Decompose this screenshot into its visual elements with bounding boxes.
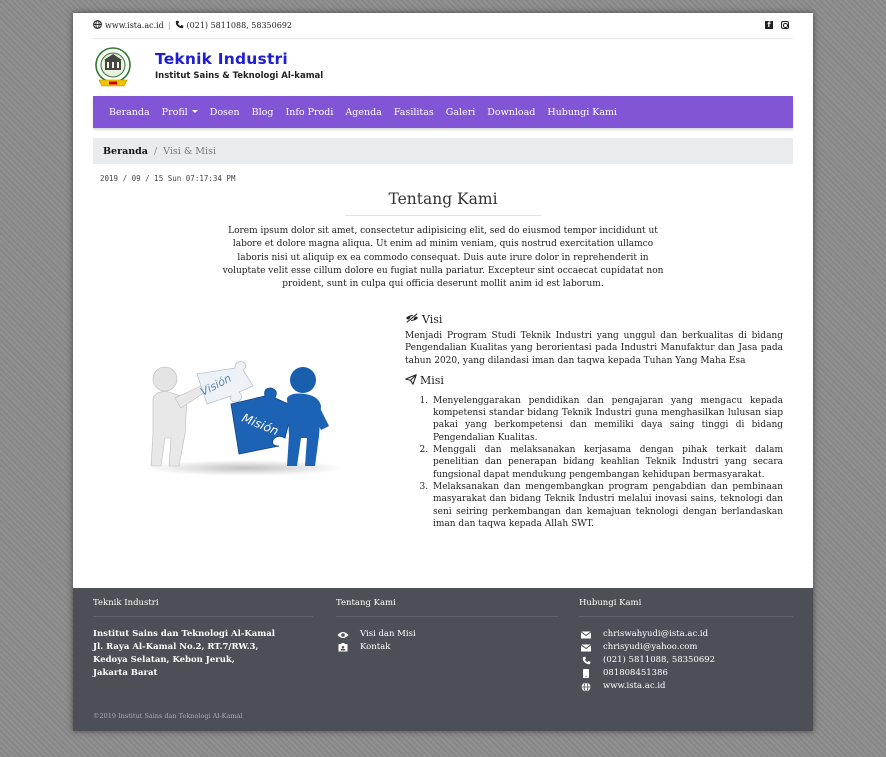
nav-profil-dropdown[interactable]: Profil [162, 107, 198, 118]
id-card-icon [336, 643, 350, 652]
footer-divider [579, 616, 793, 617]
topbar-separator: | [167, 21, 171, 30]
footer-link-kontak[interactable]: Kontak [336, 641, 416, 654]
website-link[interactable]: www.ista.ac.id [105, 21, 164, 30]
misi-heading: Misi [405, 374, 783, 388]
contact-website[interactable]: www.ista.ac.id [579, 680, 715, 693]
breadcrumb-current: Visi & Misi [163, 145, 216, 157]
site-header: Teknik Industri Institut Sains & Teknolo… [93, 45, 493, 93]
nav-info-prodi[interactable]: Info Prodi [285, 107, 333, 118]
main-navbar: Beranda Profil Dosen Blog Info Prodi Age… [93, 96, 793, 128]
eye-slash-icon [405, 312, 419, 326]
nav-dosen[interactable]: Dosen [210, 107, 240, 118]
site-subtitle: Institut Sains & Teknologi Al-kamal [155, 71, 324, 81]
instagram-icon[interactable] [781, 21, 789, 29]
misi-list: Menyelenggarakan pendidikan dan pengajar… [405, 395, 783, 530]
footer-link-label: Visi dan Misi [360, 629, 416, 639]
page-container: www.ista.ac.id | (021) 5811088, 58350692… [73, 13, 813, 731]
breadcrumb-home[interactable]: Beranda [103, 146, 148, 157]
paper-plane-icon [405, 374, 417, 388]
contact-text: chrisyudi@yahoo.com [603, 642, 698, 652]
about-text: Lorem ipsum dolor sit amet, consectetur … [222, 226, 664, 290]
footer-divider [93, 616, 313, 617]
top-bar: www.ista.ac.id | (021) 5811088, 58350692… [93, 13, 793, 39]
vision-mission-section: Visi Menjadi Program Studi Teknik Indust… [405, 312, 783, 530]
copyright-text: ©2019 Institut Sains dan Teknologi Al-Ka… [93, 712, 243, 720]
visi-text: Menjadi Program Studi Teknik Industri ya… [405, 331, 783, 366]
visi-heading-text: Visi [422, 313, 443, 326]
envelope-icon [579, 630, 593, 639]
nav-fasilitas[interactable]: Fasilitas [394, 107, 434, 118]
globe-icon [579, 681, 593, 692]
breadcrumb: Beranda / Visi & Misi [93, 138, 793, 164]
list-item: Menggali dan melaksanakan kerjasama deng… [431, 444, 783, 481]
nav-download[interactable]: Download [487, 107, 535, 118]
nav-hubungi-kami[interactable]: Hubungi Kami [547, 107, 617, 118]
footer-institute-title: Teknik Industri [93, 598, 159, 608]
footer-link-label: Kontak [360, 642, 391, 652]
contact-text: chriswahyudi@ista.ac.id [603, 629, 709, 639]
contact-email-2[interactable]: chrisyudi@yahoo.com [579, 641, 715, 654]
address-line: Institut Sains dan Teknologi Al-Kamal [93, 629, 275, 639]
phone-icon [175, 20, 184, 31]
nav-agenda[interactable]: Agenda [345, 107, 381, 118]
footer-links: Visi dan Misi Kontak [336, 628, 416, 654]
mobile-phone-icon [579, 669, 593, 678]
footer-link-visi-misi[interactable]: Visi dan Misi [336, 628, 416, 641]
site-footer: Teknik Industri Institut Sains dan Tekno… [73, 588, 813, 731]
site-title[interactable]: Teknik Industri [155, 50, 288, 68]
address-line: Kedoya Selatan, Kebon Jeruk, [93, 655, 235, 665]
globe-icon [93, 20, 102, 31]
footer-divider [336, 616, 558, 617]
caret-down-icon [191, 109, 198, 113]
list-item: Menyelenggarakan pendidikan dan pengajar… [431, 395, 783, 444]
vision-mission-illustration: Visión Misión [145, 361, 345, 476]
contact-email-1[interactable]: chriswahyudi@ista.ac.id [579, 628, 715, 641]
contact-phone[interactable]: (021) 5811088, 58350692 [579, 654, 715, 667]
institute-logo[interactable] [95, 47, 131, 91]
address-line: Jakarta Barat [93, 668, 158, 678]
nav-profil-label: Profil [161, 106, 188, 118]
address-line: Jl. Raya Al-Kamal No.2, RT.7/RW.3, [93, 642, 259, 652]
footer-address: Institut Sains dan Teknologi Al-Kamal Jl… [93, 628, 275, 680]
current-datetime: 2019 / 09 / 15 Sun 07:17:34 PM [100, 174, 236, 183]
phone-number: (021) 5811088, 58350692 [186, 21, 293, 30]
phone-icon [579, 656, 593, 665]
contact-text: 081808451386 [603, 668, 668, 678]
misi-heading-text: Misi [420, 374, 444, 388]
footer-about-title: Tentang Kami [336, 598, 396, 608]
contact-text: www.ista.ac.id [603, 681, 666, 691]
envelope-icon [579, 643, 593, 652]
contact-mobile[interactable]: 081808451386 [579, 667, 715, 680]
footer-contacts: chriswahyudi@ista.ac.id chrisyudi@yahoo.… [579, 628, 715, 693]
nav-beranda[interactable]: Beranda [109, 107, 150, 118]
title-divider [345, 215, 541, 216]
facebook-icon[interactable]: f [765, 21, 773, 29]
breadcrumb-divider: / [153, 145, 158, 157]
nav-blog[interactable]: Blog [252, 107, 274, 118]
visi-heading: Visi [405, 312, 783, 326]
page-title: Tentang Kami [388, 190, 498, 208]
list-item: Melaksanakan dan mengembangkan program p… [431, 481, 783, 530]
eye-icon [336, 631, 350, 639]
nav-galeri[interactable]: Galeri [446, 107, 476, 118]
footer-contact-title: Hubungi Kami [579, 598, 642, 608]
contact-text: (021) 5811088, 58350692 [603, 655, 716, 665]
